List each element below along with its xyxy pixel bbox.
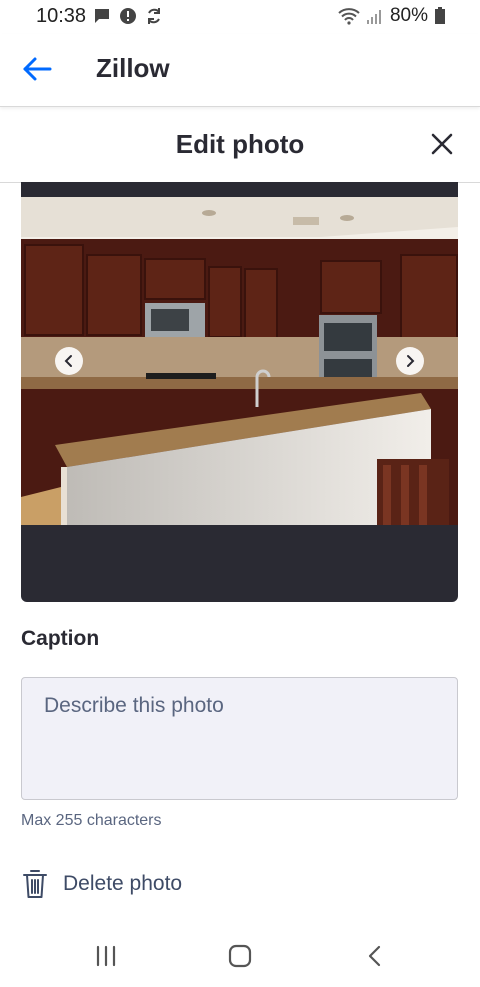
app-title: Zillow (96, 53, 170, 83)
close-icon (431, 133, 453, 155)
app-bar: Zillow (0, 34, 480, 107)
alert-icon (120, 8, 136, 24)
caption-field-container (21, 677, 458, 800)
status-bar: 10:38 80% (0, 0, 480, 34)
dialog-header: Edit photo (0, 108, 480, 183)
recent-apps-button[interactable] (92, 943, 122, 969)
system-back-button[interactable] (360, 943, 390, 969)
home-icon (228, 944, 252, 968)
arrow-left-icon (23, 57, 52, 81)
dialog-title: Edit photo (175, 129, 305, 159)
kitchen-photo (21, 197, 458, 525)
sync-icon (148, 8, 160, 24)
message-icon (95, 9, 109, 23)
caption-label: Caption (21, 627, 100, 650)
chevron-left-icon (64, 355, 72, 367)
previous-photo-button[interactable] (55, 347, 83, 375)
battery-icon (435, 7, 445, 24)
close-button[interactable] (430, 132, 454, 156)
delete-photo-label: Delete photo (63, 872, 183, 895)
caption-input[interactable] (22, 678, 457, 799)
recent-apps-icon (96, 945, 116, 967)
next-photo-button[interactable] (396, 347, 424, 375)
trash-icon (23, 870, 47, 898)
chevron-right-icon (407, 355, 415, 367)
caption-hint: Max 255 characters (21, 812, 162, 829)
system-nav-bar (0, 925, 480, 987)
delete-photo-button[interactable]: Delete photo (22, 866, 182, 902)
battery-percent: 80% (389, 5, 428, 26)
home-button[interactable] (225, 943, 255, 969)
back-button[interactable] (20, 54, 54, 84)
back-icon (368, 945, 381, 967)
wifi-icon (338, 8, 360, 25)
photo-carousel (21, 182, 458, 602)
status-time: 10:38 (36, 5, 87, 27)
signal-icon (366, 10, 381, 24)
